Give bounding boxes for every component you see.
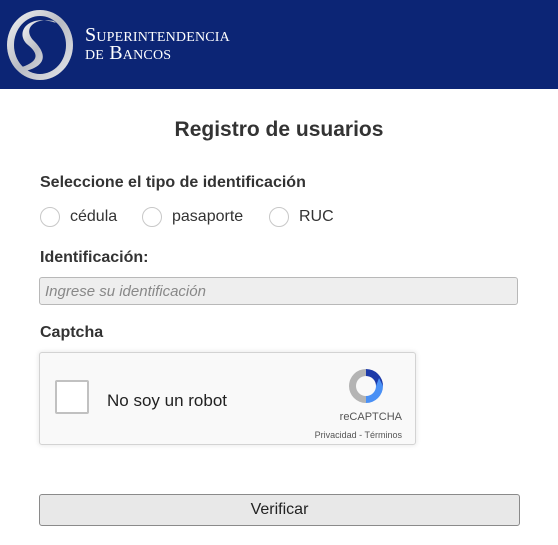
radio-circle-cedula[interactable] bbox=[40, 207, 60, 227]
radio-circle-ruc[interactable] bbox=[269, 207, 289, 227]
identification-input[interactable] bbox=[39, 277, 518, 305]
recaptcha-checkbox-label: No soy un robot bbox=[107, 391, 228, 410]
radio-circle-pasaporte[interactable] bbox=[142, 207, 162, 227]
recaptcha-brand: reCAPTCHA bbox=[339, 411, 402, 423]
page-title: Registro de usuarios bbox=[174, 118, 384, 141]
radio-label-cedula[interactable]: cédula bbox=[70, 208, 117, 226]
recaptcha-checkbox[interactable] bbox=[55, 380, 89, 414]
captcha-label: Captcha bbox=[40, 324, 104, 341]
superintendencia-logo-icon bbox=[7, 10, 73, 80]
recaptcha-widget: No soy un robot reCAPTCHA Privacidad - T… bbox=[39, 352, 416, 445]
radio-pasaporte[interactable]: pasaporte bbox=[142, 207, 257, 229]
identification-label: Identificación: bbox=[40, 249, 149, 266]
header-banner: Superintendencia de Bancos bbox=[0, 0, 558, 89]
privacy-link[interactable]: Privacidad bbox=[315, 430, 357, 440]
id-type-label: Seleccione el tipo de identificación bbox=[40, 174, 306, 191]
terms-link[interactable]: Términos bbox=[364, 430, 402, 440]
radio-label-ruc[interactable]: RUC bbox=[299, 208, 334, 226]
verify-button[interactable]: Verificar bbox=[39, 494, 520, 526]
radio-cedula[interactable]: cédula bbox=[40, 207, 130, 229]
recaptcha-links: Privacidad - Términos bbox=[290, 430, 402, 440]
radio-label-pasaporte[interactable]: pasaporte bbox=[172, 208, 243, 226]
radio-ruc[interactable]: RUC bbox=[269, 207, 339, 229]
logo-line-2: de Bancos bbox=[85, 42, 172, 64]
logo-wordmark: Superintendencia de Bancos bbox=[85, 25, 230, 64]
recaptcha-icon bbox=[349, 369, 383, 403]
